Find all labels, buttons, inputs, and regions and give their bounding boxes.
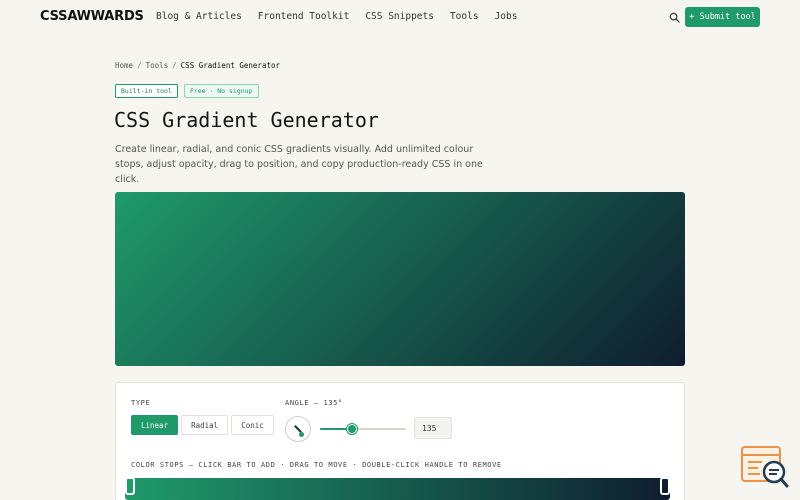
color-stop-handle[interactable] [660,477,670,495]
color-stops-bar[interactable] [125,477,670,500]
main-nav: Blog & Articles Frontend Toolkit CSS Sni… [156,11,533,22]
angle-slider[interactable] [320,424,406,434]
page-title: CSS Gradient Generator [114,108,379,132]
controls-panel: TYPE Linear Radial Conic ANGLE — 135° 13… [115,382,685,500]
breadcrumb-home[interactable]: Home [115,61,133,70]
color-stop-handle[interactable] [125,477,135,495]
site-logo[interactable]: CSSAWWARDS [40,9,144,24]
angle-dial[interactable] [285,416,311,442]
type-selector: Linear Radial Conic [131,415,274,435]
breadcrumb-current: CSS Gradient Generator [180,61,281,70]
builtin-tool-badge: Built-in tool [115,84,178,98]
nav-link-tools[interactable]: Tools [450,11,479,22]
breadcrumb-separator: / [137,61,142,70]
angle-slider-thumb[interactable] [347,424,358,434]
free-badge: Free · No signup [183,84,259,98]
type-conic-button[interactable]: Conic [231,415,274,435]
angle-input[interactable]: 135 [414,417,452,439]
feedback-widget-icon[interactable] [740,445,790,490]
nav-link-blog[interactable]: Blog & Articles [156,11,242,22]
type-radial-button[interactable]: Radial [181,415,229,435]
gradient-preview [115,192,685,366]
breadcrumb-tools[interactable]: Tools [146,61,169,70]
color-stops-label: COLOR STOPS — CLICK BAR TO ADD · DRAG TO… [131,461,502,469]
angle-dial-handle[interactable] [299,432,304,437]
angle-label: ANGLE — 135° [285,399,343,407]
nav-link-jobs[interactable]: Jobs [495,11,518,22]
search-icon[interactable] [669,12,680,23]
breadcrumb: Home / Tools / CSS Gradient Generator [115,61,280,70]
breadcrumb-separator: / [172,61,177,70]
type-label: TYPE [131,399,151,407]
type-linear-button[interactable]: Linear [131,415,179,435]
page-description: Create linear, radial, and conic CSS gra… [115,144,483,185]
nav-link-frontend-toolkit[interactable]: Frontend Toolkit [258,11,350,22]
site-header: CSSAWWARDS Blog & Articles Frontend Tool… [0,0,800,34]
submit-tool-button[interactable]: + Submit tool [685,7,760,27]
tool-badges: Built-in tool Free · No signup [115,84,259,98]
nav-link-css-snippets[interactable]: CSS Snippets [365,11,434,22]
